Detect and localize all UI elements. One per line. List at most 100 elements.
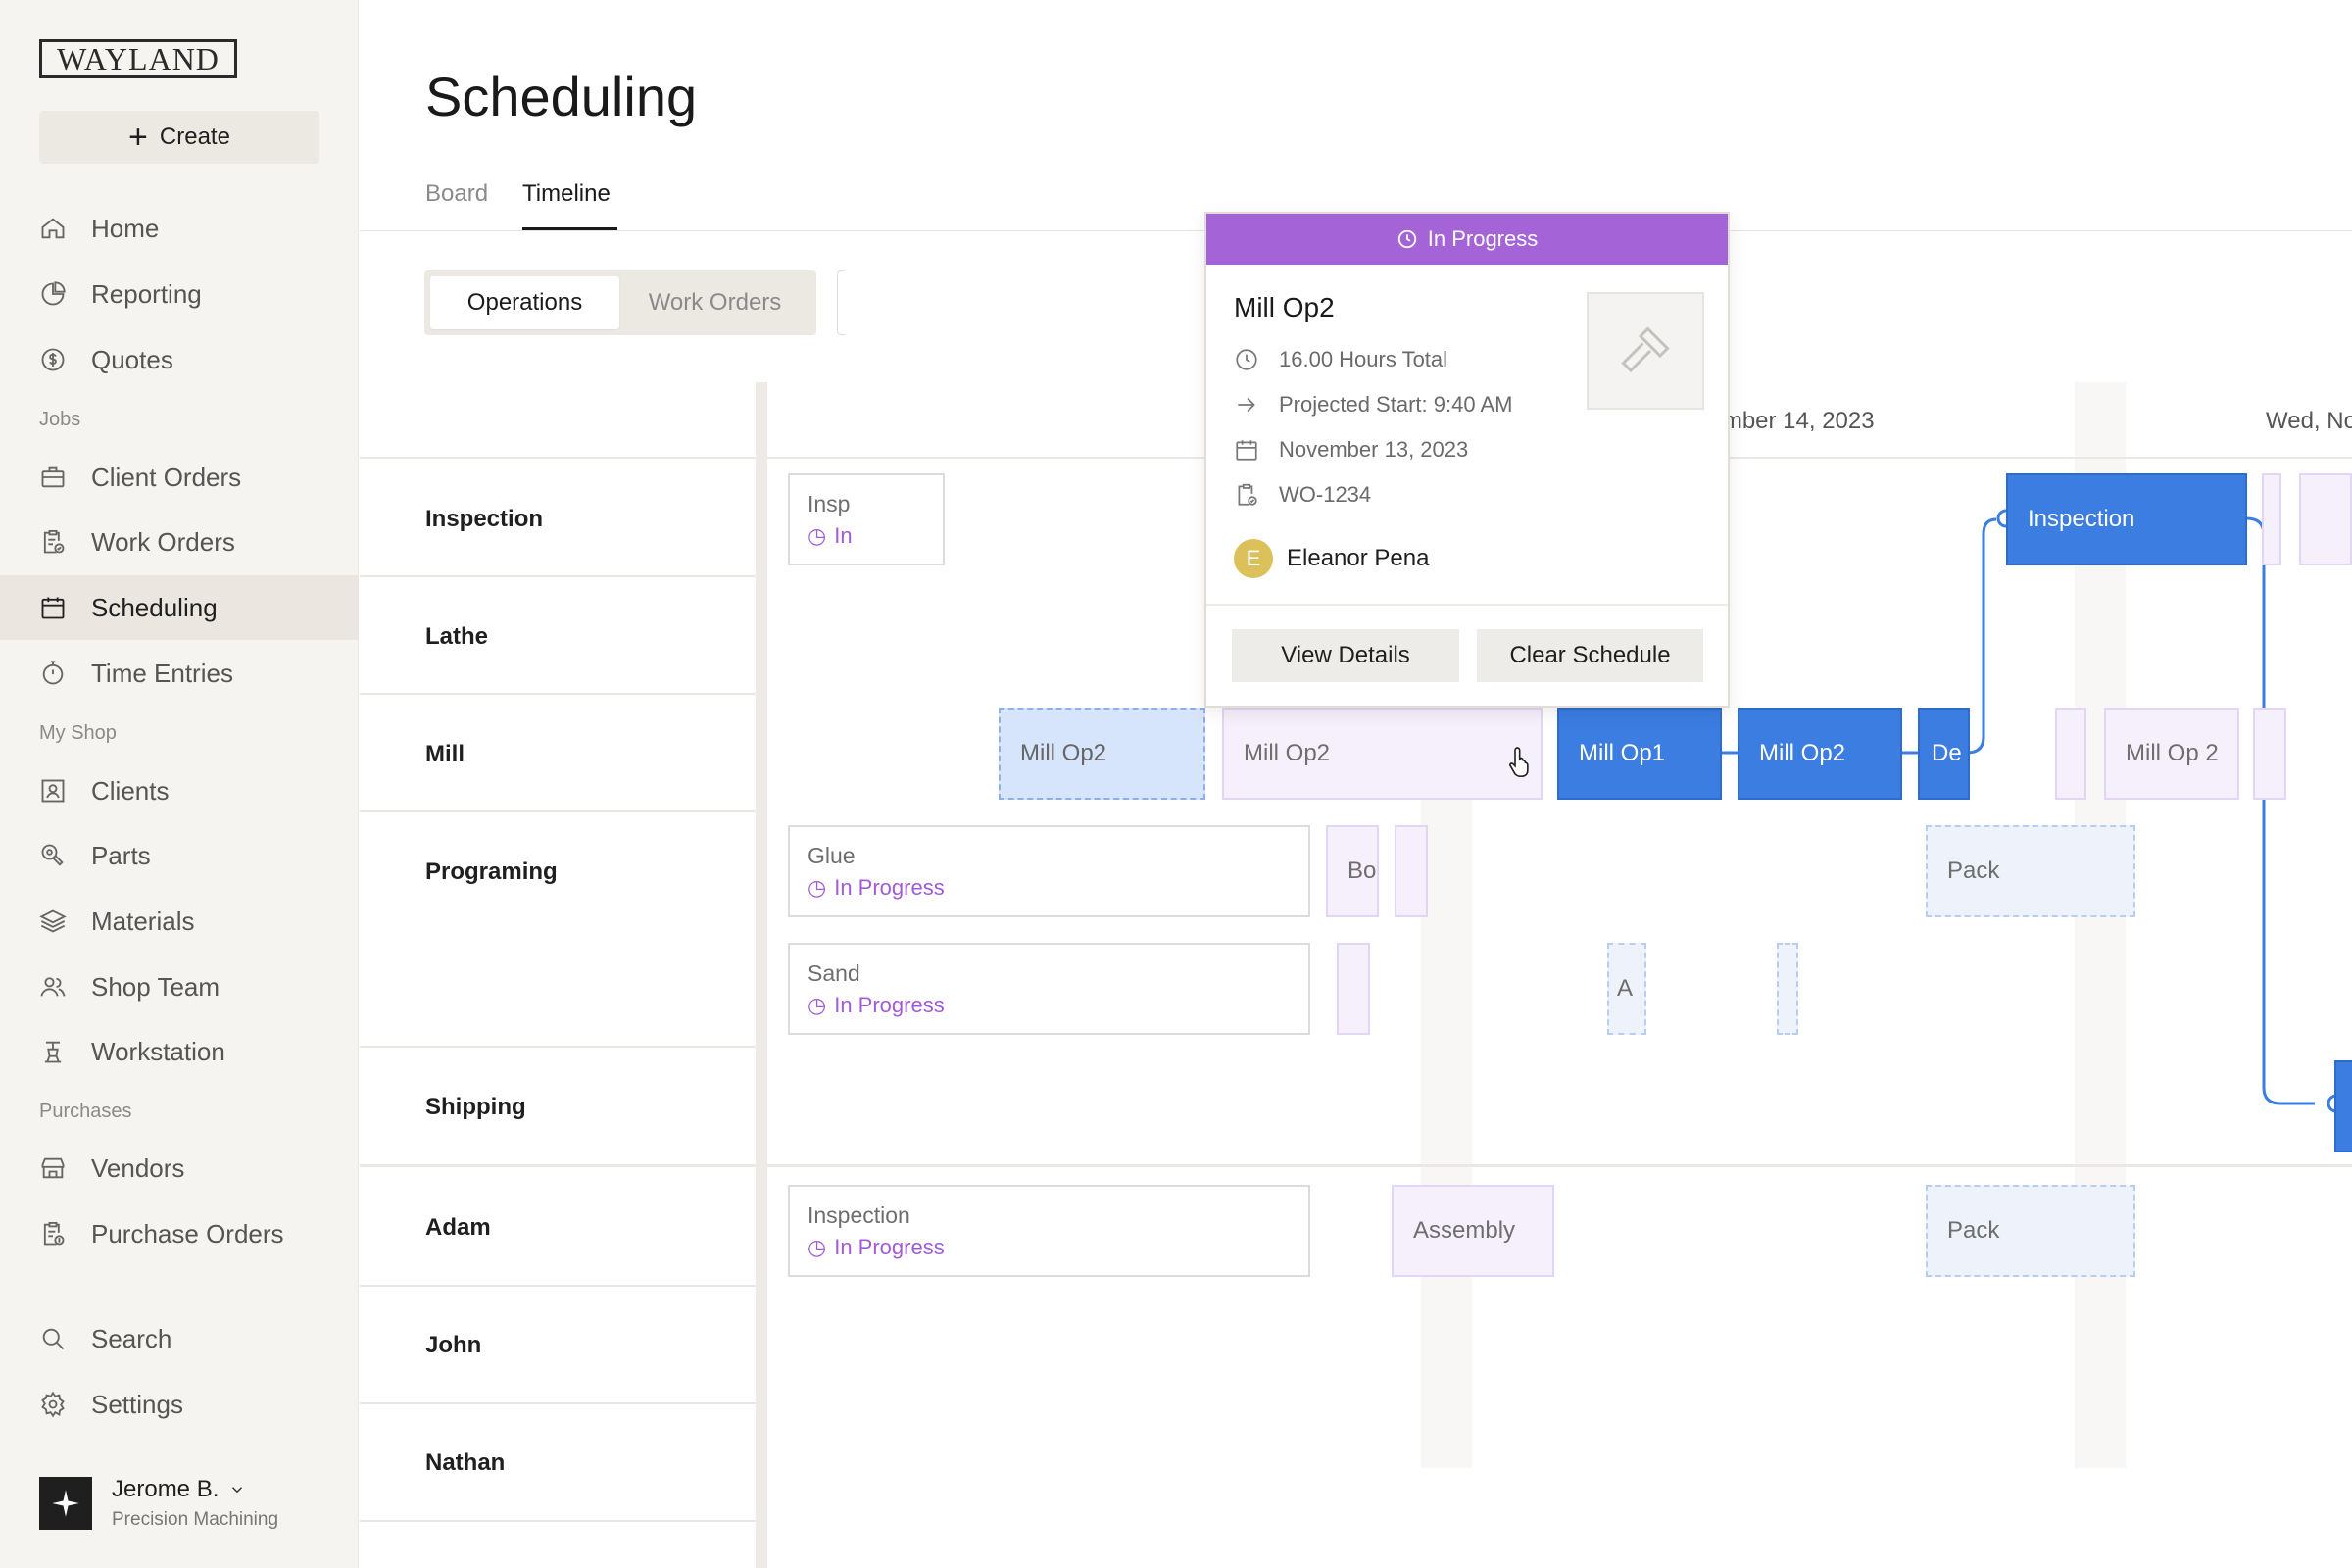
clear-schedule-button[interactable]: Clear Schedule: [1477, 629, 1703, 682]
grid-line: [360, 693, 756, 695]
calendar-icon: [39, 594, 67, 621]
sidebar-item-label: Search: [91, 1323, 172, 1353]
sidebar-item-time-entries[interactable]: Time Entries: [0, 641, 359, 706]
schedule-bar-ghost[interactable]: [2055, 708, 2086, 800]
popover-assignee: E Eleanor Pena: [1234, 539, 1429, 578]
bar-title: Inspection: [808, 1201, 910, 1228]
schedule-bar-ghost[interactable]: [2299, 473, 2352, 565]
hammer-icon: [1621, 326, 1670, 373]
schedule-bar-a[interactable]: A: [1607, 943, 1646, 1035]
user-name: Jerome B.: [112, 1476, 220, 1502]
row-label-mill: Mill: [425, 741, 465, 767]
schedule-bar-mill-op2-ghost[interactable]: Mill Op2: [1222, 708, 1543, 800]
schedule-bar-bol[interactable]: Bol: [1326, 825, 1379, 917]
segment-operations[interactable]: Operations: [430, 276, 619, 329]
schedule-bar-adam-pack[interactable]: Pack: [1926, 1185, 2135, 1277]
briefcase-icon: [39, 464, 67, 491]
schedule-bar-mill-op-2[interactable]: Mill Op 2: [2104, 708, 2239, 800]
create-button[interactable]: + Create: [39, 111, 319, 164]
sidebar-item-label: Purchase Orders: [91, 1218, 284, 1249]
page-title: Scheduling: [425, 66, 698, 127]
schedule-bar-mill-op2-selected[interactable]: Mill Op2: [999, 708, 1205, 800]
schedule-bar-ghost[interactable]: [2262, 473, 2281, 565]
schedule-bar-ghost[interactable]: [1337, 943, 1370, 1035]
sidebar-item-settings[interactable]: Settings: [0, 1372, 359, 1437]
user-org: Precision Machining: [112, 1509, 279, 1530]
schedule-bar-adam-inspection[interactable]: Inspection ◷ In Progress: [788, 1185, 1310, 1277]
operation-popover: In Progress Mill Op2 16.00 Hours Total P…: [1204, 212, 1730, 708]
row-label-nathan: Nathan: [425, 1449, 506, 1476]
schedule-bar-mill-op1[interactable]: Mill Op1: [1557, 708, 1722, 800]
part-thumbnail: [1587, 292, 1704, 410]
sidebar-item-label: Quotes: [91, 344, 173, 374]
popover-work-order[interactable]: WO-1234: [1279, 482, 1371, 508]
sidebar-item-label: Home: [91, 213, 160, 243]
filter-control[interactable]: [837, 270, 845, 335]
view-details-button[interactable]: View Details: [1232, 629, 1459, 682]
sidebar-item-reporting[interactable]: Reporting: [0, 262, 359, 326]
sidebar-item-purchase-orders[interactable]: Purchase Orders: [0, 1201, 359, 1266]
grid-line: [360, 810, 756, 812]
schedule-bar-glue[interactable]: Glue ◷ In Progress: [788, 825, 1310, 917]
schedule-bar-inspection-card[interactable]: Insp ◷ In: [788, 473, 945, 565]
sidebar-item-home[interactable]: Home: [0, 196, 359, 261]
clock-icon: ◷: [808, 874, 827, 900]
schedule-bar-mill-op2[interactable]: Mill Op2: [1738, 708, 1902, 800]
schedule-bar-de[interactable]: De: [1918, 708, 1970, 800]
popover-projected-start: Projected Start: 9:40 AM: [1279, 392, 1513, 416]
sidebar-item-parts[interactable]: Parts: [0, 823, 359, 888]
schedule-bar-shipping[interactable]: [2334, 1060, 2352, 1152]
dollar-circle-icon: [39, 346, 67, 373]
segment-work-orders[interactable]: Work Orders: [619, 276, 810, 329]
schedule-bar-ghost[interactable]: [1777, 943, 1798, 1035]
schedule-bar-inspection[interactable]: Inspection: [2006, 473, 2247, 565]
schedule-bar-pack[interactable]: Pack: [1926, 825, 2135, 917]
section-jobs: Jobs: [39, 409, 81, 430]
schedule-bar-sand[interactable]: Sand ◷ In Progress: [788, 943, 1310, 1035]
clock-icon: ◷: [808, 992, 827, 1017]
sidebar-item-shop-team[interactable]: Shop Team: [0, 955, 359, 1019]
schedule-bar-assembly[interactable]: Assembly: [1392, 1185, 1554, 1277]
popover-hours: 16.00 Hours Total: [1279, 347, 1448, 371]
sidebar-item-client-orders[interactable]: Client Orders: [0, 445, 359, 510]
parts-icon: [39, 842, 67, 869]
grid-line: [360, 1520, 756, 1522]
user-menu[interactable]: Jerome B. Precision Machining: [39, 1476, 278, 1531]
sparkle-icon: [52, 1490, 79, 1517]
sidebar-item-label: Time Entries: [91, 658, 233, 688]
grid-line: [360, 1402, 756, 1404]
assignee-avatar: E: [1234, 539, 1273, 578]
tab-board[interactable]: Board: [425, 180, 488, 208]
create-label: Create: [159, 123, 230, 150]
grid-line: [360, 1285, 756, 1287]
purchase-order-icon: [39, 1220, 67, 1248]
org-avatar: [39, 1477, 92, 1530]
sidebar-item-search[interactable]: Search: [0, 1306, 359, 1371]
grid-line: [360, 1046, 756, 1048]
sidebar-item-label: Materials: [91, 906, 195, 936]
bar-status: In Progress: [834, 1234, 945, 1259]
popover-status-header: In Progress: [1206, 214, 1728, 265]
sidebar-item-materials[interactable]: Materials: [0, 889, 359, 954]
sidebar-item-quotes[interactable]: Quotes: [0, 327, 359, 392]
schedule-bar-ghost[interactable]: [1395, 825, 1428, 917]
sidebar-item-scheduling[interactable]: Scheduling: [0, 575, 359, 640]
brand-logo[interactable]: WAYLAND: [39, 39, 237, 78]
tab-timeline[interactable]: Timeline: [522, 180, 611, 208]
search-icon: [39, 1325, 67, 1352]
sidebar-item-label: Clients: [91, 775, 170, 806]
day-header: Wed, No: [2266, 408, 2352, 434]
popover-divider: [1206, 604, 1728, 606]
schedule-bar-ghost[interactable]: [2253, 708, 2286, 800]
sidebar-item-clients[interactable]: Clients: [0, 759, 359, 823]
sidebar-item-label: Work Orders: [91, 526, 235, 557]
contact-card-icon: [39, 777, 67, 805]
pie-chart-icon: [39, 280, 67, 308]
grid-line: [360, 575, 756, 577]
row-label-adam: Adam: [425, 1214, 491, 1241]
sidebar-item-workstation[interactable]: Workstation: [0, 1019, 359, 1084]
sidebar-item-vendors[interactable]: Vendors: [0, 1136, 359, 1200]
sidebar-item-work-orders[interactable]: Work Orders: [0, 510, 359, 574]
popover-title: Mill Op2: [1234, 292, 1335, 322]
view-segmented-control: Operations Work Orders: [424, 270, 816, 335]
